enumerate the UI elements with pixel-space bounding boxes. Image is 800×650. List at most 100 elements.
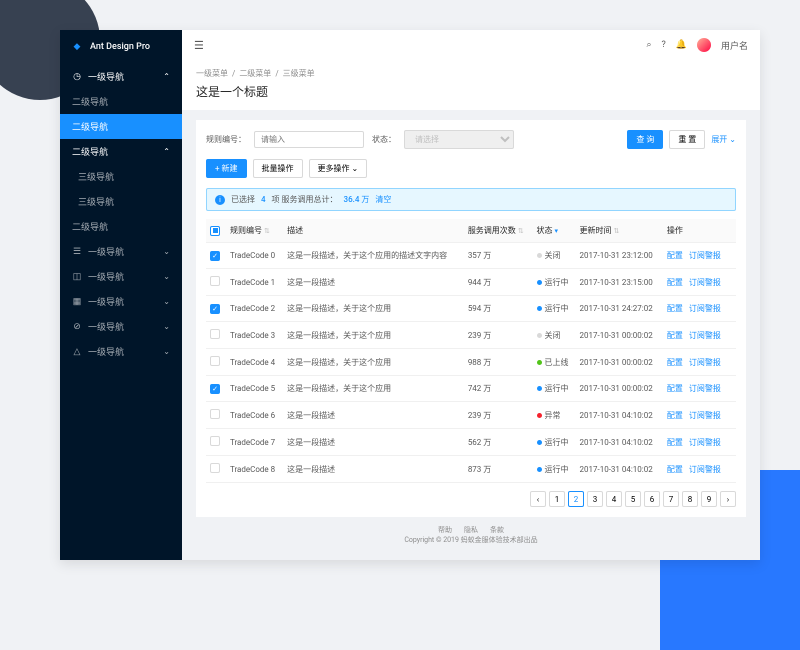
nav-icon: ◫ — [72, 272, 82, 282]
sidebar-item[interactable]: ☰一级导航⌄ — [60, 239, 182, 264]
filter-bar: 规则编号： 状态： 请选择 查 询 重 置 展开 ⌄ — [206, 130, 736, 149]
sort-icon[interactable]: ⇅ — [518, 227, 524, 235]
pager-page[interactable]: 6 — [644, 491, 660, 507]
cell-ops: 配置订阅警报 — [663, 402, 736, 429]
sidebar-item-label: 一级导航 — [88, 70, 124, 83]
page-title: 这是一个标题 — [182, 79, 760, 110]
menu-toggle-icon[interactable]: ☰ — [194, 39, 204, 52]
help-icon[interactable]: ? — [662, 40, 666, 50]
new-button[interactable]: + 新建 — [206, 159, 247, 178]
filter-status-label: 状态： — [372, 134, 396, 145]
subscribe-link[interactable]: 订阅警报 — [689, 358, 721, 367]
config-link[interactable]: 配置 — [667, 465, 683, 474]
row-checkbox[interactable] — [210, 463, 220, 473]
subscribe-link[interactable]: 订阅警报 — [689, 438, 721, 447]
subscribe-link[interactable]: 订阅警报 — [689, 331, 721, 340]
cell-code: TradeCode 0 — [226, 243, 283, 269]
sidebar-item[interactable]: 三级导航 — [60, 189, 182, 214]
filter-code-input[interactable] — [254, 131, 364, 148]
row-checkbox[interactable] — [210, 276, 220, 286]
info-icon: i — [215, 195, 225, 205]
nav-icon: △ — [72, 347, 82, 357]
pager-page[interactable]: 8 — [682, 491, 698, 507]
breadcrumb-item[interactable]: 二级菜单 — [239, 69, 271, 78]
config-link[interactable]: 配置 — [667, 438, 683, 447]
breadcrumb-item[interactable]: 三级菜单 — [283, 69, 315, 78]
footer-link[interactable]: 隐私 — [464, 526, 478, 534]
subscribe-link[interactable]: 订阅警报 — [689, 304, 721, 313]
subscribe-link[interactable]: 订阅警报 — [689, 411, 721, 420]
bulk-button[interactable]: 批量操作 — [253, 159, 303, 178]
cell-status: 关闭 — [533, 243, 576, 269]
footer-link[interactable]: 条款 — [490, 526, 504, 534]
config-link[interactable]: 配置 — [667, 358, 683, 367]
cell-calls: 594 万 — [464, 296, 533, 322]
sidebar-item[interactable]: ◫一级导航⌄ — [60, 264, 182, 289]
subscribe-link[interactable]: 订阅警报 — [689, 384, 721, 393]
cell-ops: 配置订阅警报 — [663, 296, 736, 322]
sort-icon[interactable]: ⇅ — [264, 227, 270, 235]
sidebar-item[interactable]: 三级导航 — [60, 164, 182, 189]
nav-icon: ▦ — [72, 297, 82, 307]
pager-next[interactable]: › — [720, 491, 736, 507]
query-button[interactable]: 查 询 — [627, 130, 663, 149]
subscribe-link[interactable]: 订阅警报 — [689, 278, 721, 287]
filter-icon[interactable]: ▾ — [555, 227, 559, 235]
cell-calls: 239 万 — [464, 402, 533, 429]
username[interactable]: 用户名 — [721, 39, 748, 52]
table-row: TradeCode 8 这是一段描述 873 万 运行中 2017-10-31 … — [206, 456, 736, 483]
subscribe-link[interactable]: 订阅警报 — [689, 251, 721, 260]
config-link[interactable]: 配置 — [667, 304, 683, 313]
bell-icon[interactable]: 🔔 — [676, 40, 687, 50]
sidebar-item[interactable]: 二级导航 — [60, 89, 182, 114]
row-checkbox[interactable] — [210, 409, 220, 419]
sidebar-item[interactable]: ◷一级导航⌃ — [60, 64, 182, 89]
sidebar-item[interactable]: △一级导航⌄ — [60, 339, 182, 364]
cell-status: 运行中 — [533, 296, 576, 322]
row-checkbox[interactable] — [210, 329, 220, 339]
config-link[interactable]: 配置 — [667, 251, 683, 260]
filter-status-select[interactable]: 请选择 — [404, 130, 514, 149]
sidebar-item[interactable]: 二级导航 — [60, 214, 182, 239]
chevron-down-icon: ⌄ — [729, 135, 736, 144]
nav-icon: ◷ — [72, 72, 82, 82]
pager-page[interactable]: 3 — [587, 491, 603, 507]
more-button[interactable]: 更多操作 ⌄ — [309, 159, 368, 178]
search-icon[interactable]: ⌕ — [646, 40, 651, 50]
row-checkbox[interactable] — [210, 436, 220, 446]
row-checkbox[interactable]: ✓ — [210, 251, 220, 261]
config-link[interactable]: 配置 — [667, 331, 683, 340]
row-checkbox[interactable]: ✓ — [210, 384, 220, 394]
subscribe-link[interactable]: 订阅警报 — [689, 465, 721, 474]
pager-page[interactable]: 4 — [606, 491, 622, 507]
pager-page[interactable]: 1 — [549, 491, 565, 507]
brand-logo[interactable]: ◆ Ant Design Pro — [60, 30, 182, 64]
config-link[interactable]: 配置 — [667, 384, 683, 393]
table-row: TradeCode 4 这是一段描述，关于这个应用 988 万 已上线 2017… — [206, 349, 736, 376]
pager-page[interactable]: 2 — [568, 491, 584, 507]
sidebar-item-label: 二级导航 — [72, 120, 108, 133]
config-link[interactable]: 配置 — [667, 411, 683, 420]
sort-icon[interactable]: ⇅ — [614, 227, 620, 235]
cell-calls: 742 万 — [464, 376, 533, 402]
table-row: TradeCode 1 这是一段描述 944 万 运行中 2017-10-31 … — [206, 269, 736, 296]
clear-selection-link[interactable]: 清空 — [375, 194, 391, 205]
reset-button[interactable]: 重 置 — [669, 130, 705, 149]
sidebar-item[interactable]: ▦一级导航⌄ — [60, 289, 182, 314]
sidebar-item[interactable]: ⊘一级导航⌄ — [60, 314, 182, 339]
select-all-checkbox[interactable] — [210, 226, 220, 236]
breadcrumb-item[interactable]: 一级菜单 — [196, 69, 228, 78]
avatar[interactable] — [697, 38, 711, 52]
config-link[interactable]: 配置 — [667, 278, 683, 287]
pager-prev[interactable]: ‹ — [530, 491, 546, 507]
row-checkbox[interactable]: ✓ — [210, 304, 220, 314]
cell-status: 运行中 — [533, 269, 576, 296]
sidebar-item[interactable]: 二级导航 — [60, 114, 182, 139]
pager-page[interactable]: 9 — [701, 491, 717, 507]
pager-page[interactable]: 5 — [625, 491, 641, 507]
sidebar-item[interactable]: 二级导航⌃ — [60, 139, 182, 164]
pager-page[interactable]: 7 — [663, 491, 679, 507]
row-checkbox[interactable] — [210, 356, 220, 366]
footer-link[interactable]: 帮助 — [438, 526, 452, 534]
expand-link[interactable]: 展开 ⌄ — [711, 134, 736, 145]
